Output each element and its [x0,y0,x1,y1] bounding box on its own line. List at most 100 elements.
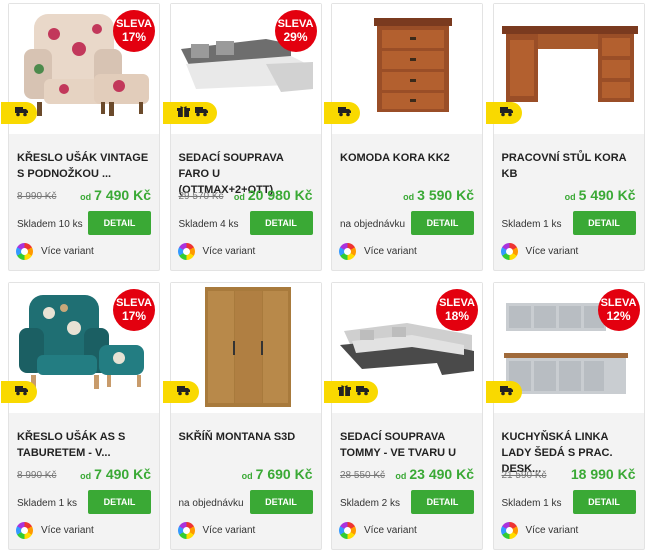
gift-icon [338,383,351,401]
price-prefix: od [80,192,92,202]
sale-badge: SLEVA 18% [436,289,478,331]
product-tags [1,381,37,403]
detail-button[interactable]: DETAIL [88,211,151,235]
more-variants[interactable]: Více variant [16,522,94,539]
price: od 7 490 Kč [80,466,151,484]
more-variants-label: Více variant [202,525,256,536]
sale-percent: 18% [444,309,470,323]
price-value: 20 980 Kč [247,187,313,203]
price: od 7 490 Kč [80,187,151,205]
price-prefix: od [395,471,407,481]
product-title[interactable]: KŘESLO UŠÁK AS S TABURETEM - V... [17,429,155,461]
price: od 20 980 Kč [234,187,313,205]
stock-status: Skladem 1 ks [17,498,78,509]
price-prefix: od [241,471,253,481]
product-card[interactable]: SLEVA 18% SEDACÍ SOUPRAVA TOMMY - VE TVARU… [324,282,483,550]
detail-button[interactable]: DETAIL [249,211,313,235]
stock-status: Skladem 1 ks [501,219,562,230]
detail-button[interactable]: DETAIL [411,490,474,514]
detail-button[interactable]: DETAIL [572,490,636,514]
more-variants[interactable]: Více variant [339,522,417,539]
more-variants-label: Více variant [525,246,579,257]
sale-badge: SLEVA 29% [274,10,317,52]
product-card[interactable]: PRACOVNÍ STŮL KORA KB od 5 490 Kč Skladem 1… [485,3,645,271]
old-price: 8 990 Kč [17,191,57,202]
price-prefix: od [564,192,576,202]
detail-button[interactable]: DETAIL [572,211,636,235]
more-variants-label: Více variant [364,525,417,536]
product-title[interactable]: SEDACÍ SOUPRAVA TOMMY - VE TVARU U [340,429,478,461]
sale-badge: SLEVA 17% [113,10,155,52]
product-tags [1,102,37,124]
more-variants[interactable]: Více variant [16,243,94,260]
old-price: 21 590 Kč [501,470,547,481]
product-card[interactable]: SKŘÍŇ MONTANA S3D od 7 690 Kč na objednávku… [162,282,322,550]
product-tags [324,102,360,124]
product-card[interactable]: SLEVA 17% KŘESLO UŠÁK VINTAGE S PODNOŽKOU … [1,3,160,271]
product-title[interactable]: KOMODA KORA KK2 [340,150,478,166]
sale-percent: 29% [283,30,308,44]
color-wheel-icon [339,243,356,260]
product-card[interactable]: SLEVA 29% SEDACÍ SOUPRAVA FARO U (OTTMAX+2… [162,3,322,271]
sale-percent: 17% [121,309,147,323]
more-variants[interactable]: Více variant [500,243,579,260]
product-card[interactable]: SLEVA 12% KUCHYŇSKÁ LINKA LADY ŠEDÁ S PRAC… [485,282,645,550]
more-variants-label: Více variant [41,525,94,536]
more-variants-label: Více variant [364,246,417,257]
old-price: 8 990 Kč [17,470,57,481]
price-value: 23 490 Kč [409,466,474,482]
more-variants[interactable]: Více variant [177,522,256,539]
detail-button[interactable]: DETAIL [411,211,474,235]
sale-badge: SLEVA 12% [597,289,640,331]
color-wheel-icon [177,243,195,260]
gift-icon [176,104,190,122]
price: od 23 490 Kč [395,466,474,484]
detail-button[interactable]: DETAIL [249,490,313,514]
product-title[interactable]: KŘESLO UŠÁK VINTAGE S PODNOŽKOU ... [17,150,155,182]
sale-label: SLEVA [600,297,637,309]
product-tags [485,102,522,124]
product-tags [162,102,217,124]
stock-status: Skladem 10 ks [17,219,83,230]
product-tags [485,381,522,403]
old-price: 29 570 Kč [178,191,224,202]
more-variants[interactable]: Více variant [339,243,417,260]
color-wheel-icon [16,522,33,539]
color-wheel-icon [500,522,518,539]
product-title[interactable]: PRACOVNÍ STŮL KORA KB [502,150,640,182]
color-wheel-icon [500,243,518,260]
price-prefix: od [233,192,245,202]
product-tags [324,381,378,403]
product-title[interactable]: SKŘÍŇ MONTANA S3D [179,429,317,445]
more-variants[interactable]: Více variant [177,243,256,260]
product-card[interactable]: KOMODA KORA KK2 od 3 590 Kč na objednávku DE… [324,3,483,271]
sale-percent: 12% [606,309,631,323]
truck-icon [499,104,513,122]
sale-label: SLEVA [116,18,152,30]
price-value: 3 590 Kč [417,187,474,203]
more-variants-label: Více variant [525,525,579,536]
more-variants-label: Více variant [202,246,256,257]
sale-label: SLEVA [116,297,152,309]
color-wheel-icon [177,522,195,539]
price: 18 990 Kč [571,466,636,484]
truck-icon [338,104,351,122]
stock-status: na objednávku [178,498,244,509]
price: od 3 590 Kč [403,187,474,205]
price-value: 18 990 Kč [570,466,636,482]
product-card[interactable]: SLEVA 17% KŘESLO UŠÁK AS S TABURETEM - V..… [1,282,160,550]
more-variants[interactable]: Více variant [500,522,579,539]
sale-percent: 17% [121,30,147,44]
old-price: 28 550 Kč [340,470,386,481]
price-prefix: od [403,192,415,202]
truck-icon [176,383,190,401]
price-prefix: od [80,471,92,481]
price-value: 5 490 Kč [578,187,636,203]
more-variants-label: Více variant [41,246,94,257]
truck-icon [499,383,513,401]
price-value: 7 690 Kč [255,466,313,482]
detail-button[interactable]: DETAIL [88,490,151,514]
truck-icon [194,104,208,122]
price: od 7 690 Kč [242,466,313,484]
truck-icon [356,383,369,401]
